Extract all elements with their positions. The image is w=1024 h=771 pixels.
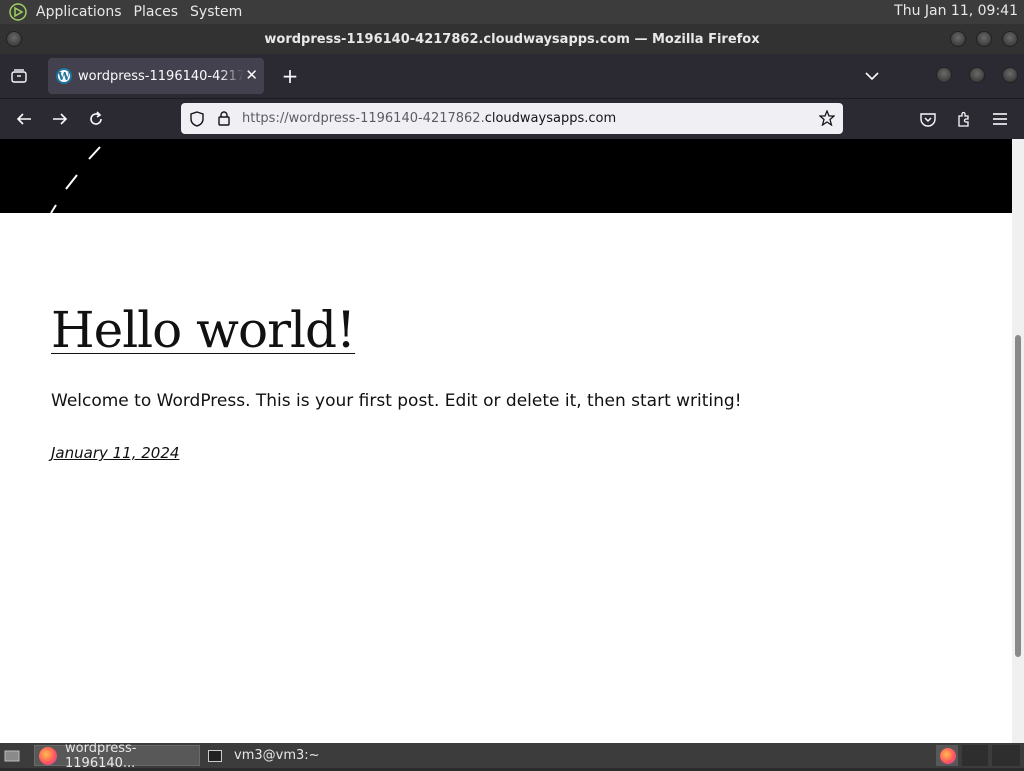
hero-image bbox=[0, 139, 1012, 214]
tab-close-icon[interactable]: ✕ bbox=[245, 66, 258, 84]
taskbar-item-firefox[interactable]: wordpress-1196140... bbox=[34, 741, 200, 771]
list-all-tabs-icon[interactable] bbox=[862, 66, 882, 86]
post-excerpt: Welcome to WordPress. This is your first… bbox=[51, 391, 742, 411]
taskbar-item-label: vm3@vm3:~ bbox=[234, 748, 320, 763]
taskbar-item-terminal[interactable]: vm3@vm3:~ bbox=[204, 745, 368, 766]
url-domain: cloudwaysapps.com bbox=[484, 111, 617, 126]
vertical-scrollbar[interactable] bbox=[1012, 139, 1024, 743]
url-prefix: https://wordpress-1196140-4217862. bbox=[242, 111, 485, 126]
workspace-2[interactable] bbox=[962, 745, 988, 766]
panel-clock[interactable]: Thu Jan 11, 09:41 bbox=[894, 3, 1018, 19]
maximize-button[interactable] bbox=[976, 31, 992, 47]
bookmark-star-icon[interactable] bbox=[819, 110, 835, 126]
menu-system[interactable]: System bbox=[184, 4, 248, 20]
nav-bar: https://wordpress-1196140-4217862.cloudw… bbox=[0, 98, 1024, 139]
back-arrow-icon[interactable] bbox=[14, 109, 34, 129]
shield-icon[interactable] bbox=[190, 110, 206, 127]
window-menu-button[interactable] bbox=[6, 31, 22, 47]
firefox-icon bbox=[39, 746, 57, 765]
workspace-3[interactable] bbox=[992, 745, 1020, 766]
terminal-icon bbox=[208, 749, 222, 762]
forward-arrow-icon[interactable] bbox=[50, 109, 70, 129]
firefox-view-icon[interactable] bbox=[8, 66, 30, 86]
workspace-switcher[interactable] bbox=[936, 745, 958, 766]
hamburger-menu-icon[interactable] bbox=[990, 109, 1010, 129]
new-tab-icon[interactable]: + bbox=[280, 64, 300, 88]
close-window-button[interactable] bbox=[1002, 31, 1018, 47]
post-title-link[interactable]: Hello world! bbox=[51, 301, 356, 359]
distro-logo-icon[interactable] bbox=[8, 2, 28, 22]
tab-wordpress[interactable]: W wordpress-1196140-4217862.cloudwaysapp… bbox=[48, 58, 264, 94]
window-titlebar[interactable]: wordpress-1196140-4217862.cloudwaysapps.… bbox=[0, 24, 1024, 54]
taskbar: wordpress-1196140... vm3@vm3:~ bbox=[0, 741, 1024, 771]
post-date-link[interactable]: January 11, 2024 bbox=[51, 444, 179, 462]
taskbar-item-label: wordpress-1196140... bbox=[65, 740, 137, 771]
reload-icon[interactable] bbox=[86, 109, 106, 129]
url-bar[interactable]: https://wordpress-1196140-4217862.cloudw… bbox=[181, 103, 843, 134]
minimize-button[interactable] bbox=[950, 31, 966, 47]
scrollbar-thumb[interactable] bbox=[1015, 335, 1021, 657]
show-desktop-icon[interactable] bbox=[0, 745, 22, 766]
menu-applications[interactable]: Applications bbox=[30, 4, 128, 20]
workspace-firefox-icon bbox=[940, 747, 956, 764]
top-panel: Applications Places System Thu Jan 11, 0… bbox=[0, 0, 1024, 24]
page-content[interactable]: Hello world! Welcome to WordPress. This … bbox=[0, 139, 1012, 743]
hero-diagonal-lines bbox=[50, 146, 101, 214]
url-text: https://wordpress-1196140-4217862.cloudw… bbox=[242, 111, 616, 126]
window-title: wordpress-1196140-4217862.cloudwaysapps.… bbox=[264, 31, 760, 47]
menu-places[interactable]: Places bbox=[128, 4, 185, 20]
tab-title: wordpress-1196140-4217862.cloudwaysapps.… bbox=[78, 68, 244, 84]
lock-icon[interactable] bbox=[218, 111, 232, 126]
pocket-icon[interactable] bbox=[918, 109, 938, 129]
window-control-icon[interactable] bbox=[969, 67, 985, 83]
wordpress-favicon-icon: W bbox=[56, 68, 72, 84]
window-control-icon[interactable] bbox=[936, 67, 952, 83]
tab-bar: W wordpress-1196140-4217862.cloudwaysapp… bbox=[0, 54, 1024, 98]
extensions-icon[interactable] bbox=[954, 109, 974, 129]
window-control-icon[interactable] bbox=[1002, 67, 1018, 83]
